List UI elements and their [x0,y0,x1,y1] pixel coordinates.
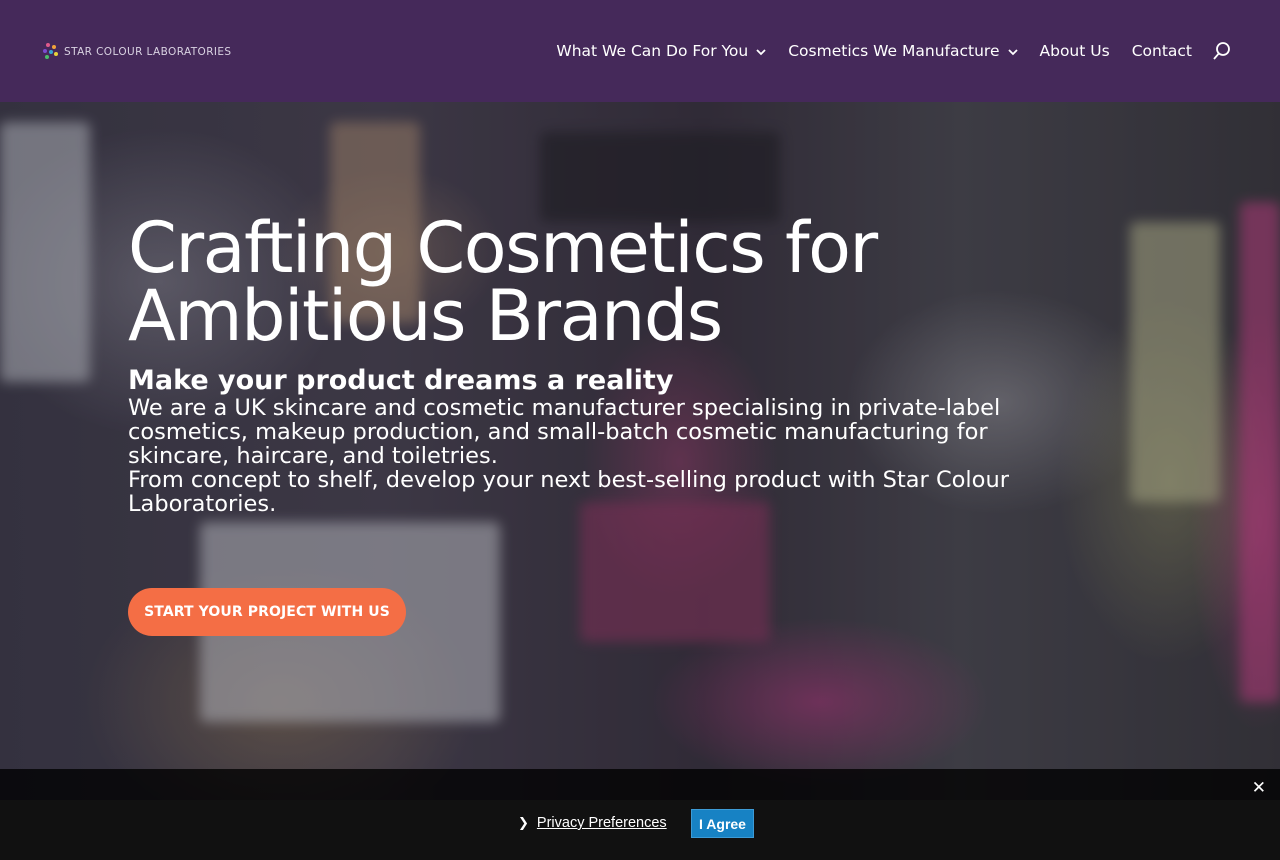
hero-description-line: From concept to shelf, develop your next… [128,467,1009,493]
logo-text: Star Colour Laboratories [64,46,232,58]
hero-content: Crafting Cosmetics for Ambitious Brands … [128,207,1088,516]
hero-description-line: cosmetics, makeup production, and small-… [128,419,988,445]
logo[interactable]: Star Colour Laboratories [40,40,232,64]
hero-description-line: We are a UK skincare and cosmetic manufa… [128,395,1001,421]
nav-item-cosmetics-we-manufacture[interactable]: Cosmetics We Manufacture [788,42,1018,60]
hero-subtitle: Make your product dreams a reality [128,365,674,396]
hero-title-line: Ambitious Brands [128,275,723,357]
cookie-bar-top [0,769,1280,800]
hero-title-line: Crafting Cosmetics for [128,207,878,289]
close-icon[interactable]: ✕ [1252,780,1266,797]
hero-description: We are a UK skincare and cosmetic manufa… [128,396,1088,516]
chevron-right-icon: ❯ [518,815,529,831]
hero-section: Crafting Cosmetics for Ambitious Brands … [0,102,1280,860]
nav-item-contact[interactable]: Contact [1132,42,1192,60]
hero-description-line: skincare, haircare, and toiletries. [128,443,498,469]
agree-button[interactable]: I Agree [691,809,754,838]
hero-title: Crafting Cosmetics for Ambitious Brands [128,207,1088,357]
nav-item-label: About Us [1039,42,1110,60]
nav-item-label: Contact [1131,42,1192,60]
main-nav: What We Can Do For You Cosmetics We Manu… [534,36,1232,66]
nav-item-what-we-can-do[interactable]: What We Can Do For You [556,42,766,60]
chevron-down-icon [1007,47,1018,58]
nav-item-label: Cosmetics We Manufacture [788,42,1000,60]
nav-item-about-us[interactable]: About Us [1040,42,1110,60]
logo-mark-icon [40,41,62,63]
site-header: Star Colour Laboratories What We Can Do … [0,0,1280,102]
privacy-preferences-label: Privacy Preferences [536,815,667,831]
privacy-preferences-link[interactable]: ❯ Privacy Preferences [518,815,667,831]
search-icon[interactable] [1212,41,1232,61]
chevron-down-icon [756,47,766,58]
nav-item-label: What We Can Do For You [556,42,749,60]
start-project-button[interactable]: Start your project with us [128,588,406,636]
hero-description-line: Laboratories. [128,491,277,517]
